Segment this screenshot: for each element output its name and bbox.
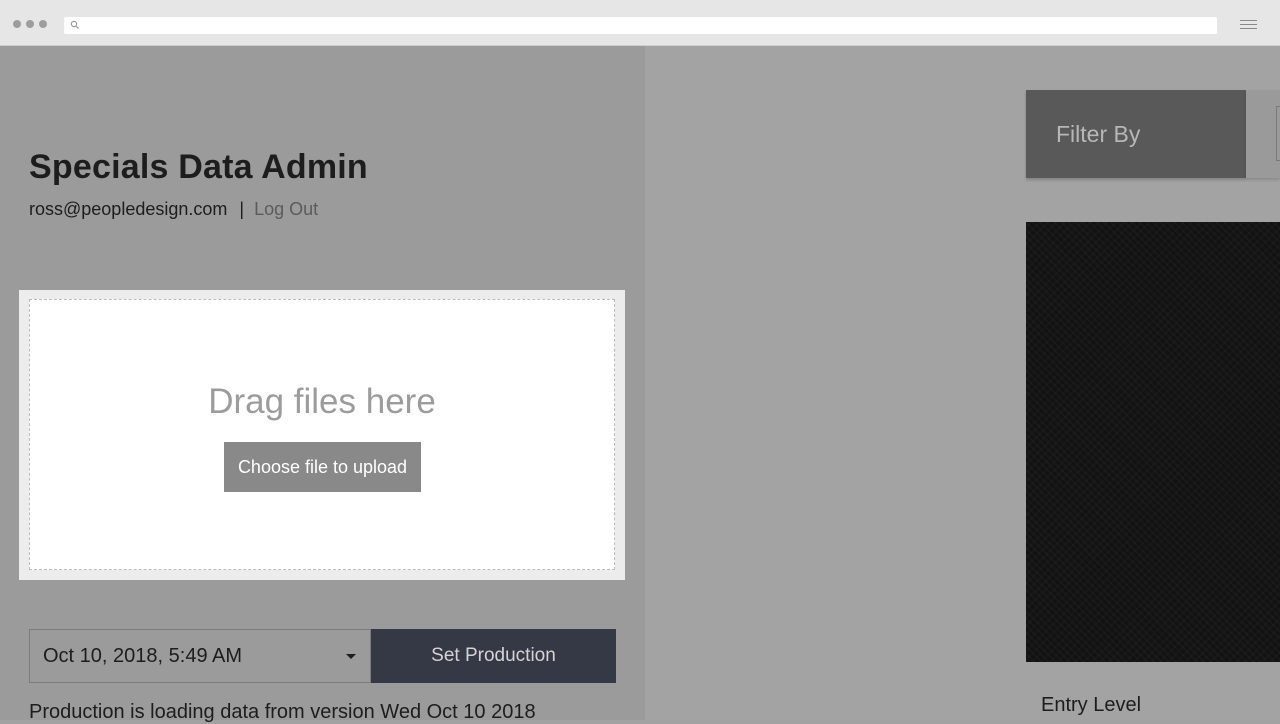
product-card-image[interactable] bbox=[1026, 222, 1280, 662]
logout-link[interactable]: Log Out bbox=[254, 199, 318, 219]
filter-by-box[interactable]: Filter By bbox=[1026, 90, 1246, 178]
production-status-text: Production is loading data from version … bbox=[29, 701, 536, 723]
version-select[interactable]: Oct 10, 2018, 5:49 AM bbox=[29, 629, 371, 683]
separator: | bbox=[239, 199, 245, 219]
hamburger-menu-icon[interactable] bbox=[1240, 20, 1257, 32]
window-dot-icon[interactable] bbox=[26, 20, 34, 28]
user-email: ross@peopledesign.com bbox=[29, 199, 228, 219]
file-dropzone[interactable]: Drag files here Choose file to upload bbox=[29, 299, 615, 570]
browser-toolbar bbox=[0, 0, 1280, 46]
set-production-button[interactable]: Set Production bbox=[371, 629, 616, 683]
filter-control[interactable] bbox=[1246, 90, 1280, 178]
product-card-title: Entry Level bbox=[1041, 694, 1142, 716]
choose-file-button[interactable]: Choose file to upload bbox=[224, 442, 421, 492]
upload-card: Drag files here Choose file to upload bbox=[19, 290, 625, 580]
address-bar[interactable] bbox=[64, 17, 1217, 34]
product-card-caption: Entry Level bbox=[1026, 662, 1280, 720]
window-dot-icon[interactable] bbox=[13, 20, 21, 28]
admin-panel: Specials Data Admin ross@peopledesign.co… bbox=[0, 46, 645, 723]
filter-control-border bbox=[1276, 106, 1280, 161]
filter-by-label: Filter By bbox=[1056, 120, 1141, 147]
version-select-value: Oct 10, 2018, 5:49 AM bbox=[43, 644, 243, 667]
page-title: Specials Data Admin bbox=[29, 148, 368, 186]
search-icon bbox=[70, 20, 79, 29]
caret-down-icon bbox=[346, 654, 356, 659]
drag-files-text: Drag files here bbox=[208, 382, 436, 421]
window-dot-icon[interactable] bbox=[39, 20, 47, 28]
user-line: ross@peopledesign.com | Log Out bbox=[29, 199, 318, 220]
